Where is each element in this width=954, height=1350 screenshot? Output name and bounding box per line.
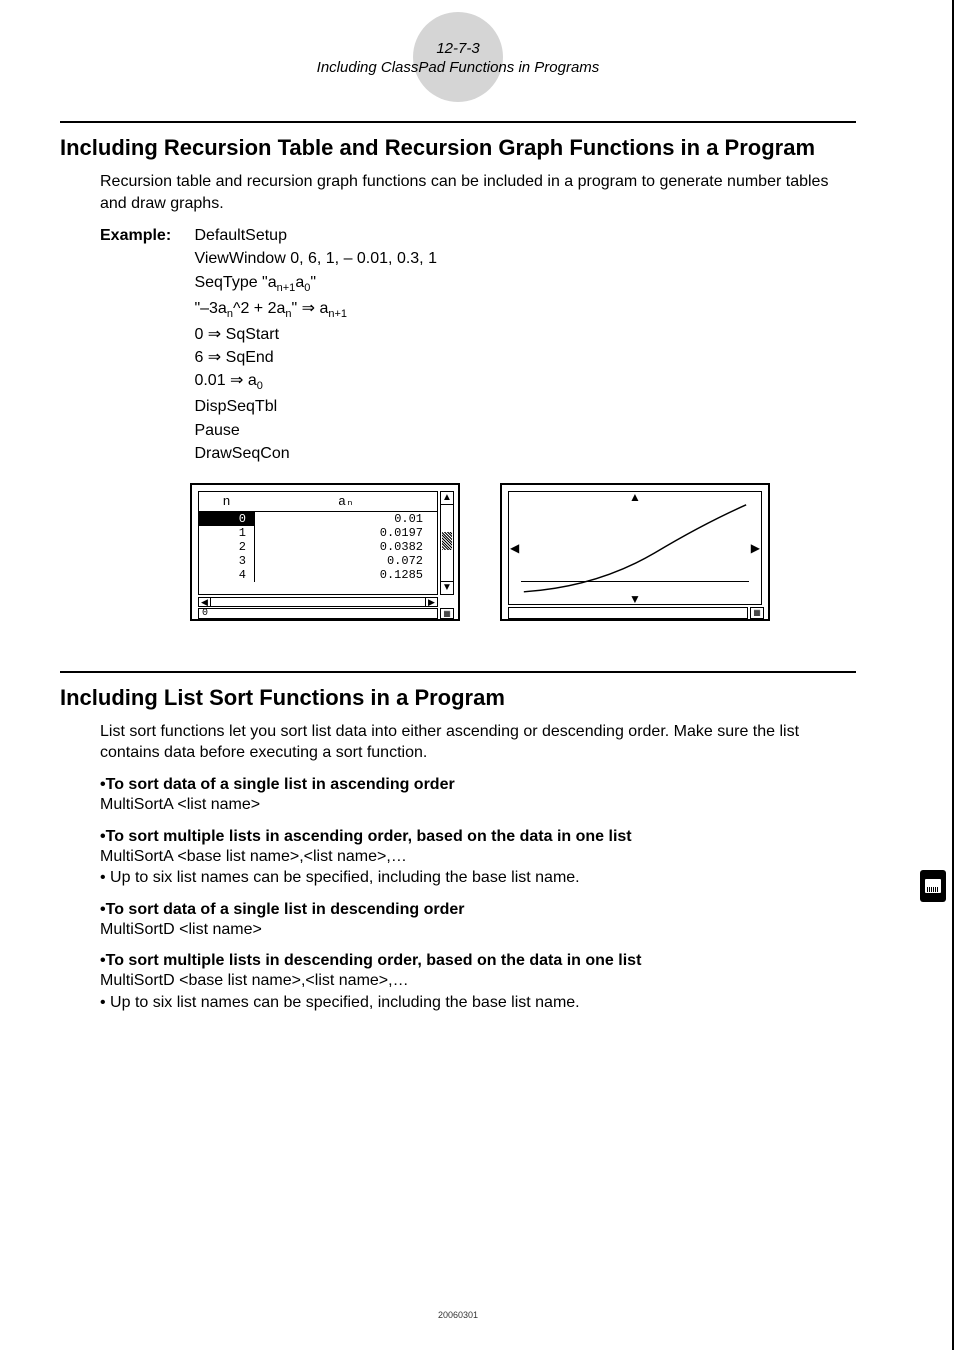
table-row: 20.0382 xyxy=(199,540,437,554)
code-line: SeqType "an+1a0" xyxy=(194,274,316,291)
section2-title: Including List Sort Functions in a Progr… xyxy=(60,685,856,711)
code-line: DispSeqTbl xyxy=(194,398,277,415)
body-desc-multi: MultiSortD <base list name>,<list name>,… xyxy=(100,970,856,992)
col-n-header: n xyxy=(199,492,255,511)
page-header: 12-7-3 Including ClassPad Functions in P… xyxy=(60,40,856,76)
page-number: 12-7-3 xyxy=(60,40,856,57)
example-label: Example: xyxy=(100,224,190,247)
scroll-thumb[interactable] xyxy=(442,532,452,550)
section2-intro: List sort functions let you sort list da… xyxy=(100,721,856,764)
example-block: Example: DefaultSetup ViewWindow 0, 6, 1… xyxy=(100,224,856,465)
recursion-curve xyxy=(519,500,751,597)
code-line: 0 ⇒ SqStart xyxy=(194,326,279,343)
scroll-right-icon[interactable]: ▶ xyxy=(425,598,437,606)
vertical-scrollbar[interactable]: ▲ ▼ xyxy=(440,491,454,595)
calculator-icon xyxy=(925,879,941,893)
status-icon: ▦ xyxy=(440,608,454,619)
calculator-tab-icon xyxy=(920,870,946,902)
code-line: Pause xyxy=(194,422,239,439)
table-row: 00.01 xyxy=(199,512,437,526)
scroll-down-icon[interactable]: ▼ xyxy=(441,581,453,594)
divider xyxy=(60,121,856,123)
body-asc-single: MultiSortA <list name> xyxy=(100,794,856,816)
table-header: n aₙ xyxy=(199,492,437,512)
table-row: 10.0197 xyxy=(199,526,437,540)
section1-title: Including Recursion Table and Recursion … xyxy=(60,135,856,161)
screenshots-row: n aₙ 00.01 10.0197 20.0382 30.072 40.128… xyxy=(190,483,856,621)
code-line: 6 ⇒ SqEnd xyxy=(194,349,273,366)
subhead-desc-multi: To sort multiple lists in descending ord… xyxy=(100,952,856,970)
note-desc-multi: • Up to six list names can be specified,… xyxy=(100,992,856,1014)
table-rows: 00.01 10.0197 20.0382 30.072 40.1285 xyxy=(199,512,437,582)
code-line: 0.01 ⇒ a0 xyxy=(194,372,262,389)
scroll-up-icon[interactable]: ▲ xyxy=(441,492,453,505)
table-panel: n aₙ 00.01 10.0197 20.0382 30.072 40.128… xyxy=(198,491,438,595)
code-line: ViewWindow 0, 6, 1, – 0.01, 0.3, 1 xyxy=(194,250,437,267)
horizontal-scrollbar[interactable]: ◀ ▶ xyxy=(198,597,438,607)
status-bar: 0 xyxy=(198,608,438,619)
page-content: 12-7-3 Including ClassPad Functions in P… xyxy=(0,0,916,1054)
table-row: 40.1285 xyxy=(199,568,437,582)
pan-left-icon[interactable]: ◀ xyxy=(510,541,519,555)
table-screenshot: n aₙ 00.01 10.0197 20.0382 30.072 40.128… xyxy=(190,483,460,621)
code-line: DefaultSetup xyxy=(194,227,287,244)
scroll-left-icon[interactable]: ◀ xyxy=(199,598,211,606)
subhead-desc-single: To sort data of a single list in descend… xyxy=(100,901,856,919)
body-desc-single: MultiSortD <list name> xyxy=(100,919,856,941)
graph-panel: ▲ ▼ ◀ ▶ xyxy=(508,491,762,605)
example-code: DefaultSetup ViewWindow 0, 6, 1, – 0.01,… xyxy=(194,224,437,465)
code-line: "–3an^2 + 2an" ⇒ an+1 xyxy=(194,300,347,317)
graph-screenshot: ▲ ▼ ◀ ▶ ▦ xyxy=(500,483,770,621)
body-asc-multi: MultiSortA <base list name>,<list name>,… xyxy=(100,846,856,868)
col-a-header: aₙ xyxy=(255,492,437,511)
header-badge xyxy=(413,12,503,102)
section1-intro: Recursion table and recursion graph func… xyxy=(100,171,856,214)
footer-date: 20060301 xyxy=(0,1310,916,1320)
pan-right-icon[interactable]: ▶ xyxy=(751,541,760,555)
subhead-asc-multi: To sort multiple lists in ascending orde… xyxy=(100,828,856,846)
table-row: 30.072 xyxy=(199,554,437,568)
subhead-asc-single: To sort data of a single list in ascendi… xyxy=(100,776,856,794)
graph-status-bar xyxy=(508,607,748,619)
graph-status-icon: ▦ xyxy=(750,607,764,619)
header-title: Including ClassPad Functions in Programs xyxy=(60,59,856,76)
note-asc-multi: • Up to six list names can be specified,… xyxy=(100,867,856,889)
divider xyxy=(60,671,856,673)
code-line: DrawSeqCon xyxy=(194,445,289,462)
